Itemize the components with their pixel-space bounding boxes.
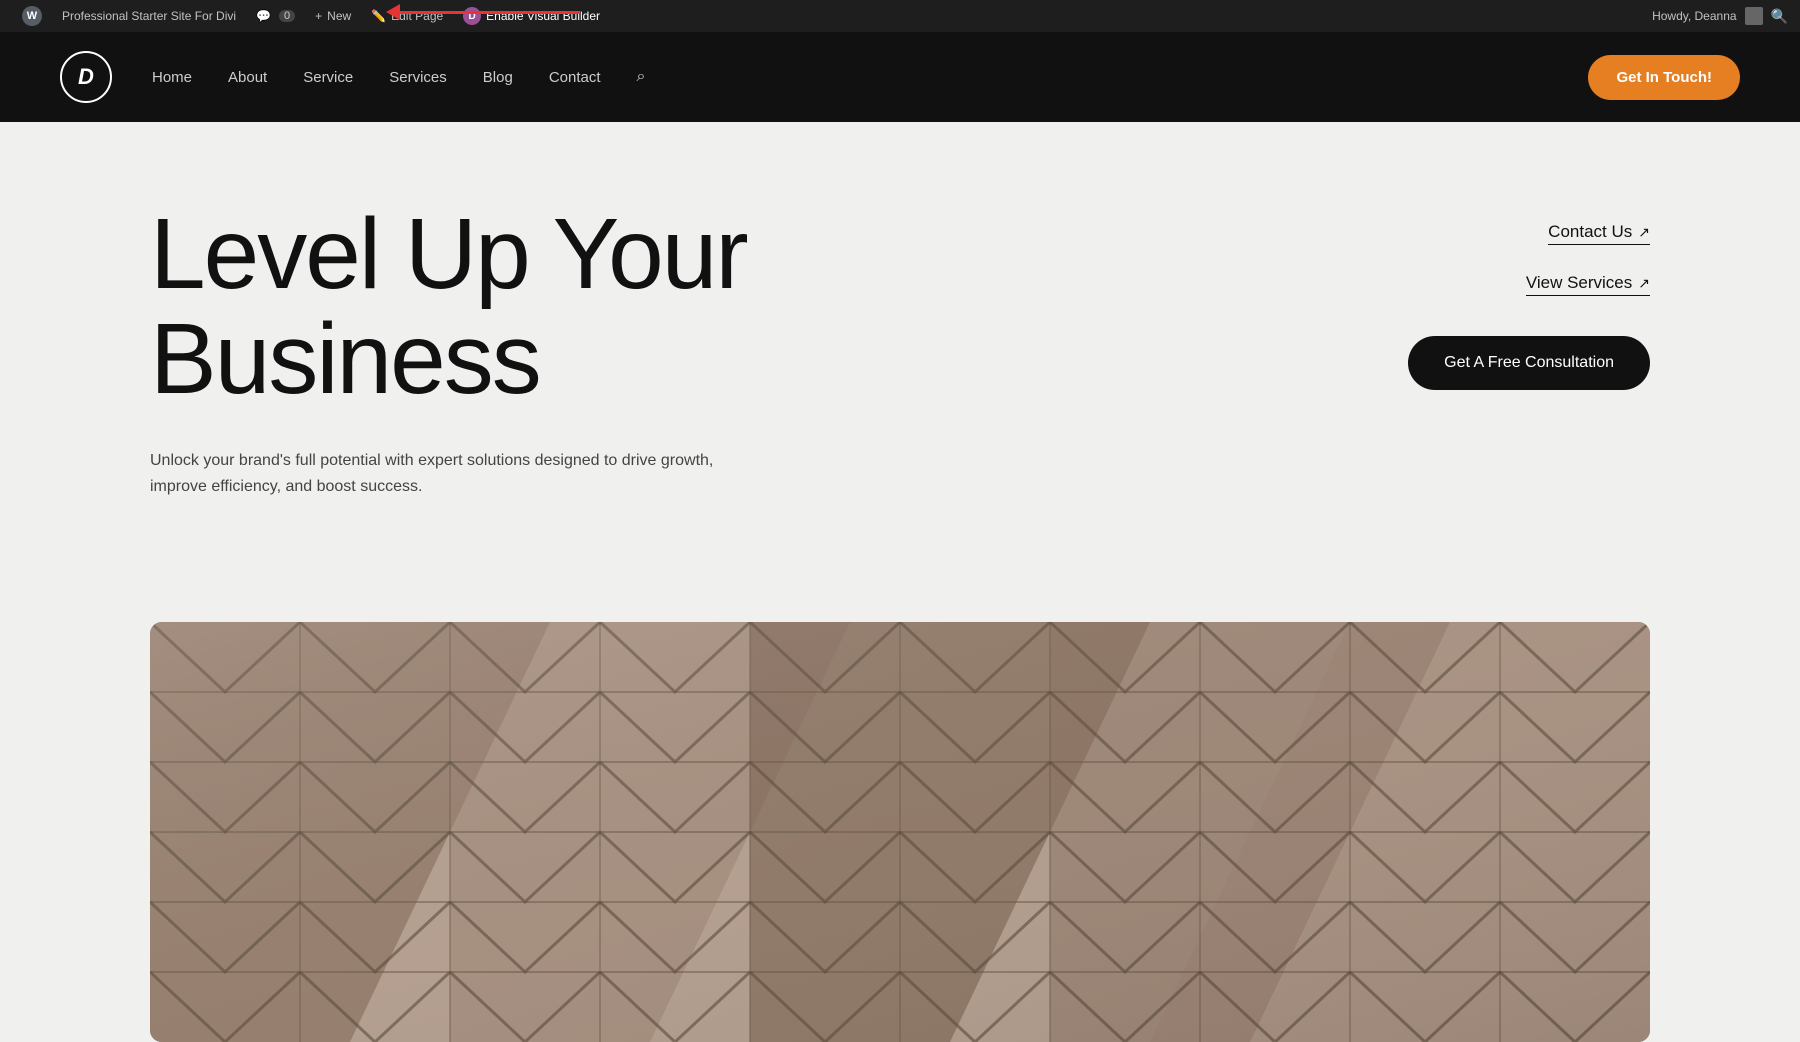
divi-icon: D xyxy=(463,7,481,25)
view-services-arrow-icon: ↗ xyxy=(1638,275,1650,292)
site-title-label: Professional Starter Site For Divi xyxy=(62,9,236,23)
enable-visual-builder-item[interactable]: D Enable Visual Builder xyxy=(453,0,610,32)
comments-item[interactable]: 💬 0 xyxy=(246,0,305,32)
building-svg xyxy=(150,622,1650,1042)
divi-logo-icon: D xyxy=(60,51,112,103)
contact-us-link[interactable]: Contact Us ↗ xyxy=(1548,222,1650,245)
admin-search-icon[interactable]: 🔍 xyxy=(1771,8,1788,25)
howdy-text: Howdy, Deanna xyxy=(1652,9,1737,23)
hero-content: Level Up Your Business Unlock your brand… xyxy=(150,202,1650,499)
hero-title: Level Up Your Business xyxy=(150,202,930,412)
wp-icon: W xyxy=(22,6,42,26)
wp-admin-item[interactable]: W xyxy=(12,0,52,32)
admin-bar: W Professional Starter Site For Divi 💬 0… xyxy=(0,0,1800,32)
nav-link-service[interactable]: Service xyxy=(303,69,353,86)
edit-page-item[interactable]: ✏️ Edit Page xyxy=(361,0,453,32)
nav-left: D Home About Service Services Blog Conta… xyxy=(60,51,645,103)
plus-icon: + xyxy=(315,9,322,23)
nav-bar: D Home About Service Services Blog Conta… xyxy=(0,32,1800,122)
comment-count: 0 xyxy=(279,10,295,22)
admin-bar-right: Howdy, Deanna 🔍 xyxy=(1652,7,1788,25)
edit-page-label: Edit Page xyxy=(391,9,443,23)
hero-left: Level Up Your Business Unlock your brand… xyxy=(150,202,930,499)
view-services-link[interactable]: View Services ↗ xyxy=(1526,273,1650,296)
new-label: New xyxy=(327,9,351,23)
nav-link-blog[interactable]: Blog xyxy=(483,69,513,86)
hero-subtitle: Unlock your brand's full potential with … xyxy=(150,448,750,499)
site-title-item[interactable]: Professional Starter Site For Divi xyxy=(52,0,246,32)
pencil-icon: ✏️ xyxy=(371,9,386,23)
building-section xyxy=(0,572,1800,1042)
nav-search-icon[interactable]: ⌕ xyxy=(637,68,646,86)
new-item[interactable]: + New xyxy=(305,0,361,32)
nav-link-home[interactable]: Home xyxy=(152,69,192,86)
comment-icon: 💬 xyxy=(256,9,271,23)
nav-link-services[interactable]: Services xyxy=(389,69,447,86)
building-image xyxy=(150,622,1650,1042)
nav-link-about[interactable]: About xyxy=(228,69,267,86)
nav-cta-button[interactable]: Get In Touch! xyxy=(1588,55,1740,100)
contact-us-arrow-icon: ↗ xyxy=(1638,224,1650,241)
consultation-button[interactable]: Get A Free Consultation xyxy=(1408,336,1650,390)
nav-logo[interactable]: D xyxy=(60,51,112,103)
enable-visual-builder-label: Enable Visual Builder xyxy=(486,9,600,23)
hero-right: Contact Us ↗ View Services ↗ Get A Free … xyxy=(1370,202,1650,390)
nav-link-contact[interactable]: Contact xyxy=(549,69,601,86)
nav-links: Home About Service Services Blog Contact… xyxy=(152,68,645,86)
hero-section: Level Up Your Business Unlock your brand… xyxy=(0,122,1800,572)
user-avatar xyxy=(1745,7,1763,25)
admin-bar-left: W Professional Starter Site For Divi 💬 0… xyxy=(12,0,1652,32)
